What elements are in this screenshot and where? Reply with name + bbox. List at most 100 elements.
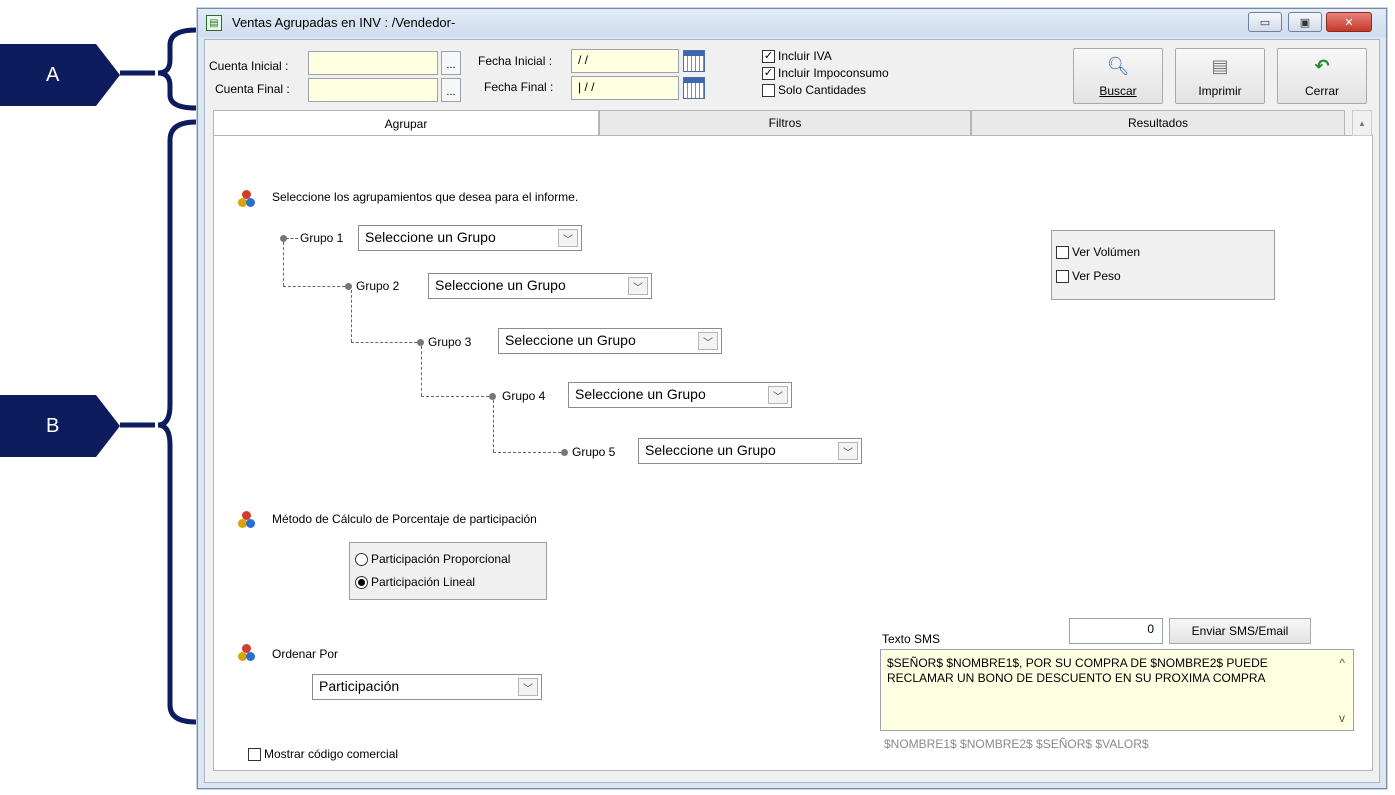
fecha-final-label: Fecha Final :: [484, 80, 554, 94]
buscar-button[interactable]: 🔍︎ Buscar: [1073, 48, 1163, 104]
cuenta-inicial-lookup-button[interactable]: ...: [441, 51, 461, 75]
window-title: Ventas Agrupadas en INV : /Vendedor-: [232, 15, 456, 30]
imprimir-label: Imprimir: [1198, 84, 1242, 98]
group-1-select[interactable]: Seleccione un Grupo ﹀: [358, 225, 582, 251]
incluir-iva-label: Incluir IVA: [778, 49, 832, 63]
sms-count-field[interactable]: 0: [1069, 618, 1163, 644]
group-5-node: [561, 449, 568, 456]
group-4-select[interactable]: Seleccione un Grupo ﹀: [568, 382, 792, 408]
imprimir-button[interactable]: ▤ Imprimir: [1175, 48, 1265, 104]
ver-peso-box[interactable]: [1056, 269, 1069, 283]
tab-resultados[interactable]: Resultados: [971, 110, 1345, 136]
tab-strip: Agrupar Filtros Resultados: [213, 110, 1345, 137]
ordenar-title: Ordenar Por: [272, 647, 339, 661]
chevron-down-icon[interactable]: ﹀: [698, 332, 718, 350]
cuenta-final-label: Cuenta Final :: [215, 82, 290, 96]
chevron-down-icon[interactable]: ﹀: [558, 229, 578, 247]
cerrar-label: Cerrar: [1304, 84, 1339, 98]
title-bar: ▤ Ventas Agrupadas en INV : /Vendedor- ▭…: [198, 9, 1386, 37]
sms-text-area[interactable]: $SEÑOR$ $NOMBRE1$, POR SU COMPRA DE $NOM…: [880, 649, 1354, 731]
connector: [493, 400, 494, 452]
sms-text: $SEÑOR$ $NOMBRE1$, POR SU COMPRA DE $NOM…: [887, 656, 1268, 685]
incluir-iva-checkbox[interactable]: ✓ Incluir IVA: [762, 49, 832, 63]
sms-tokens: $NOMBRE1$ $NOMBRE2$ $SEÑOR$ $VALOR$: [884, 737, 1149, 751]
participacion-lineal-radio[interactable]: Participación Lineal: [355, 575, 475, 589]
group-users-icon: [238, 190, 256, 208]
group-2-label: Grupo 2: [356, 279, 400, 293]
group-2-node: [345, 283, 352, 290]
minimize-button[interactable]: ▭: [1248, 12, 1282, 32]
chevron-down-icon[interactable]: ﹀: [768, 386, 788, 404]
incluir-iva-box[interactable]: ✓: [762, 49, 775, 63]
cerrar-button[interactable]: ↶ Cerrar: [1277, 48, 1367, 104]
solo-cantidades-checkbox[interactable]: Solo Cantidades: [762, 83, 866, 97]
group-2-value: Seleccione un Grupo: [435, 277, 566, 293]
group-5-value: Seleccione un Grupo: [645, 442, 776, 458]
group-2-select[interactable]: Seleccione un Grupo ﹀: [428, 273, 652, 299]
group-users-icon: [238, 644, 256, 662]
tab-filtros[interactable]: Filtros: [599, 110, 971, 136]
agrupar-intro-text: Seleccione los agrupamientos que desea p…: [272, 190, 579, 204]
ver-peso-checkbox[interactable]: Ver Peso: [1056, 269, 1121, 283]
ordenar-select[interactable]: Participación ﹀: [312, 674, 542, 700]
scroll-up-icon[interactable]: ^: [1339, 656, 1345, 671]
spreadsheet-app-icon: ▤: [206, 15, 222, 31]
chevron-down-icon[interactable]: ﹀: [518, 678, 538, 696]
group-1-label: Grupo 1: [300, 231, 344, 245]
ver-peso-label: Ver Peso: [1072, 269, 1121, 283]
cuenta-final-input[interactable]: [308, 78, 438, 102]
connector: [283, 286, 345, 287]
agrupar-panel: ▲ Seleccione los agrupamientos que desea…: [213, 110, 1373, 771]
buscar-label: Buscar: [1099, 84, 1137, 98]
chevron-down-icon[interactable]: ﹀: [838, 442, 858, 460]
participacion-proporcional-radio[interactable]: Participación Proporcional: [355, 552, 510, 566]
group-5-select[interactable]: Seleccione un Grupo ﹀: [638, 438, 862, 464]
annotation-b-text: B: [46, 414, 60, 437]
ver-volumen-box[interactable]: [1056, 245, 1069, 259]
cuenta-final-lookup-button[interactable]: ...: [441, 78, 461, 102]
app-window: ▤ Ventas Agrupadas en INV : /Vendedor- ▭…: [197, 8, 1387, 789]
solo-cantidades-label: Solo Cantidades: [778, 83, 867, 97]
texto-sms-label: Texto SMS: [882, 632, 941, 646]
group-5-label: Grupo 5: [572, 445, 616, 459]
tab-scroll-arrow-icon[interactable]: ▲: [1352, 110, 1372, 136]
group-3-label: Grupo 3: [428, 335, 472, 349]
ver-volumen-label: Ver Volúmen: [1072, 245, 1141, 259]
annotation-label-b: B: [0, 395, 120, 457]
close-window-button[interactable]: ✕: [1326, 12, 1372, 32]
group-3-node: [417, 339, 424, 346]
connector: [351, 290, 352, 342]
solo-cantidades-box[interactable]: [762, 83, 775, 97]
ver-options-box: Ver Volúmen Ver Peso: [1051, 230, 1275, 300]
cuenta-inicial-input[interactable]: [308, 51, 438, 75]
fecha-inicial-label: Fecha Inicial :: [478, 54, 553, 68]
participacion-lineal-label: Participación Lineal: [371, 575, 476, 589]
connector: [283, 242, 284, 286]
fecha-inicial-calendar-icon[interactable]: [683, 50, 705, 72]
group-4-node: [489, 393, 496, 400]
tab-agrupar[interactable]: Agrupar: [213, 110, 599, 137]
group-3-value: Seleccione un Grupo: [505, 332, 636, 348]
annotation-a-text: A: [46, 63, 60, 86]
scroll-down-icon[interactable]: v: [1339, 711, 1345, 726]
cuenta-inicial-label: Cuenta Inicial :: [209, 59, 289, 73]
incluir-impoconsumo-checkbox[interactable]: ✓ Incluir Impoconsumo: [762, 66, 889, 80]
group-1-value: Seleccione un Grupo: [365, 229, 496, 245]
participacion-lineal-dot[interactable]: [355, 575, 368, 589]
chevron-down-icon[interactable]: ﹀: [628, 277, 648, 295]
ordenar-value: Participación: [319, 678, 400, 694]
mostrar-codigo-checkbox[interactable]: Mostrar código comercial: [248, 747, 398, 761]
metodo-title: Método de Cálculo de Porcentaje de parti…: [272, 512, 537, 526]
mostrar-codigo-box[interactable]: [248, 747, 261, 761]
incluir-impoconsumo-box[interactable]: ✓: [762, 66, 775, 80]
group-3-select[interactable]: Seleccione un Grupo ﹀: [498, 328, 722, 354]
mostrar-codigo-label: Mostrar código comercial: [264, 747, 399, 761]
fecha-inicial-input[interactable]: / /: [571, 49, 679, 73]
undo-arrow-icon: ↶: [1314, 56, 1330, 76]
enviar-sms-email-button[interactable]: Enviar SMS/Email: [1169, 618, 1311, 644]
participacion-proporcional-dot[interactable]: [355, 552, 368, 566]
fecha-final-input[interactable]: | / /: [571, 76, 679, 100]
restore-button[interactable]: ▣: [1288, 12, 1322, 32]
fecha-final-calendar-icon[interactable]: [683, 77, 705, 99]
ver-volumen-checkbox[interactable]: Ver Volúmen: [1056, 245, 1140, 259]
